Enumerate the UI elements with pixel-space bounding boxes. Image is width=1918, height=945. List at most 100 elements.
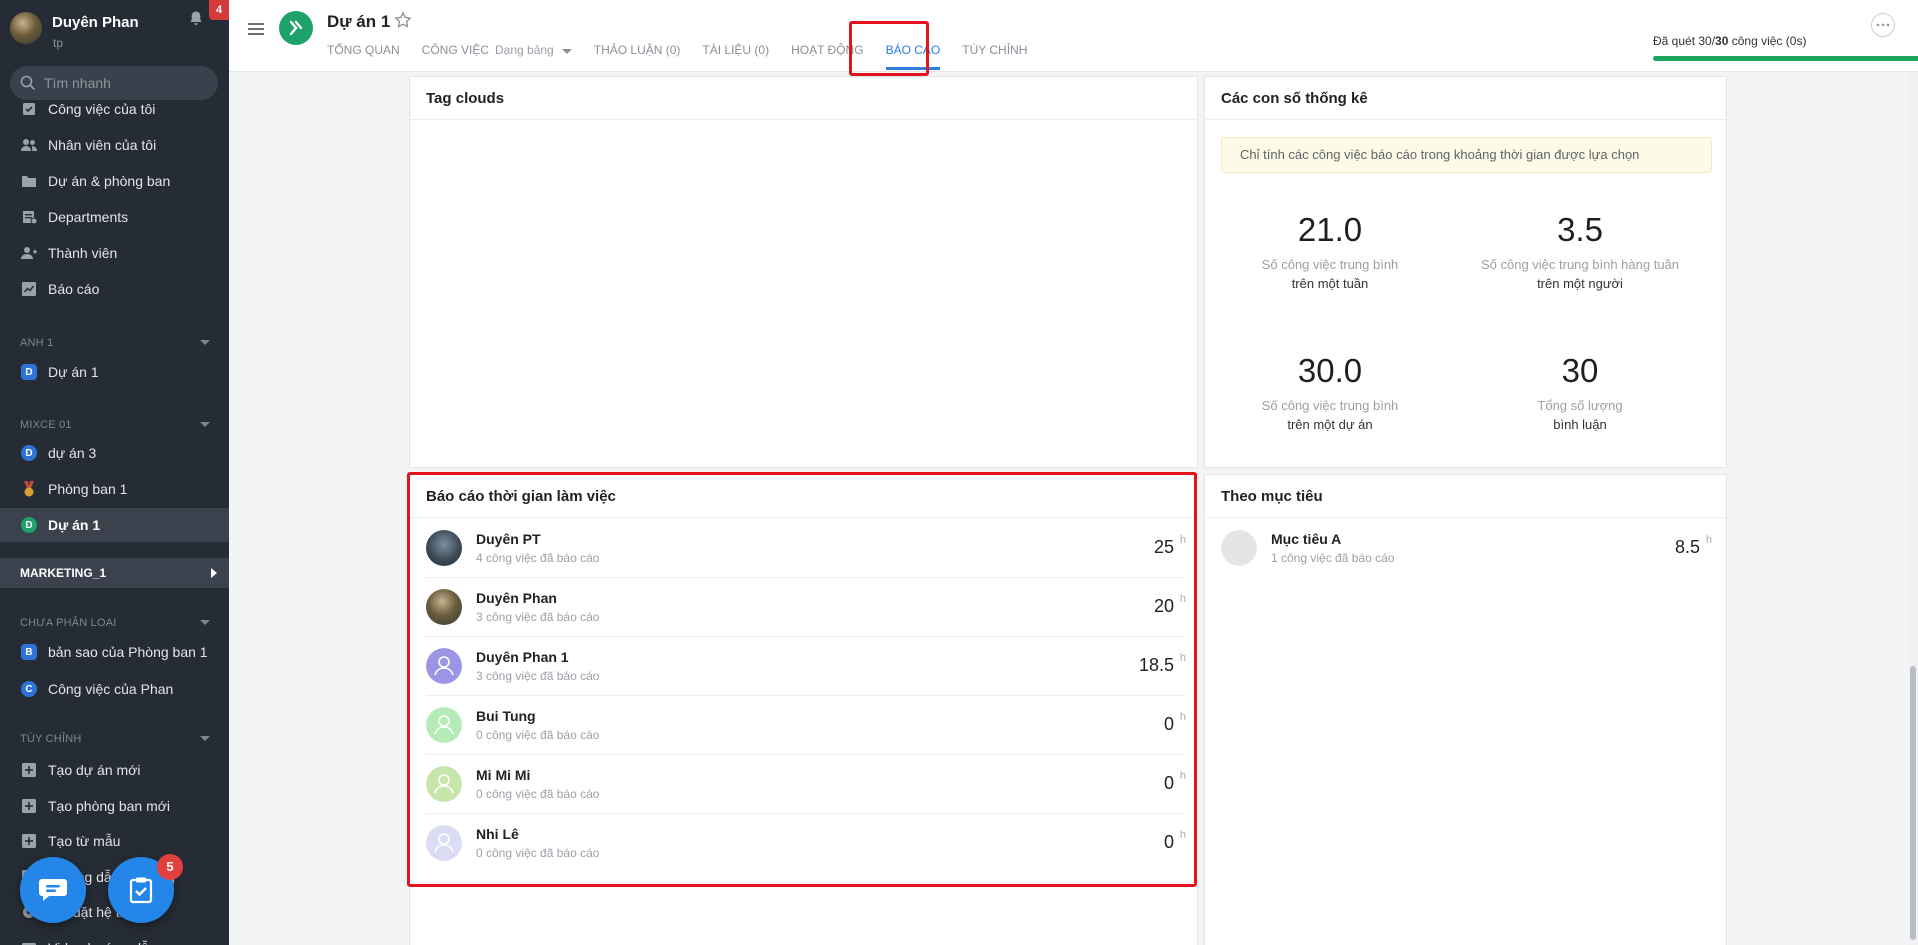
stats-panel: Các con số thống kê Chỉ tính các công vi… — [1204, 76, 1727, 468]
page-title: Dự án 1 — [327, 12, 391, 31]
goal-name: Mục tiêu A — [1271, 531, 1342, 547]
tab-tùy-chỉnh[interactable]: TÙY CHỈNH — [962, 42, 1027, 70]
avatar — [426, 648, 462, 684]
tab-label: BÁO CÁO — [885, 43, 941, 57]
chat-button[interactable] — [20, 857, 86, 923]
project-badge-icon: D — [20, 444, 38, 462]
sidebar-project-item[interactable]: Bbản sao của Phòng ban 1 — [0, 635, 229, 669]
member-task-count: 4 công việc đã báo cáo — [476, 551, 600, 565]
sidebar-section-header[interactable]: CHƯA PHÂN LOẠI — [20, 617, 220, 629]
stat-value: 21.0 — [1297, 211, 1363, 248]
project-badge: C — [21, 681, 37, 697]
sidebar-project-item[interactable]: D Dự án 1 — [0, 508, 229, 542]
sidebar-item-label: Departments — [48, 209, 129, 225]
sidebar-item-label: Công việc của tôi — [48, 101, 156, 117]
stat-card: 30.0 Số công việc trung bình trên một dự á… — [1205, 352, 1455, 432]
member-name: Mi Mi Mi — [476, 767, 531, 783]
scrollbar-thumb[interactable] — [1910, 666, 1916, 940]
sidebar-item-chart[interactable]: Báo cáo — [0, 272, 229, 306]
table-row[interactable]: Duyên Phan 3 công việc đã báo cáo 20 h — [426, 578, 1186, 637]
sidebar-section-header[interactable]: TÙY CHỈNH — [20, 733, 220, 745]
project-badge-icon: B — [20, 643, 38, 661]
sidebar: Duyên Phan tp 4 Công việc của tôi Nhân vi… — [0, 0, 229, 945]
tab-label: TỔNG QUAN — [327, 43, 400, 57]
task-check-icon — [20, 100, 38, 118]
stat-label: Tổng số lượng — [1537, 398, 1623, 413]
hamburger-menu-icon[interactable] — [247, 20, 265, 38]
list-item[interactable]: Mục tiêu A 1 công việc đã báo cáo 8.5 h — [1221, 519, 1712, 578]
user-add-icon — [20, 244, 38, 262]
sidebar-project-item[interactable]: Tạo dự án mới — [0, 753, 229, 787]
sidebar-item-label: Tạo phòng ban mới — [48, 798, 171, 814]
member-name: Duyên PT — [476, 531, 541, 547]
more-options-icon[interactable] — [1871, 13, 1895, 37]
hours-value: 0 — [1163, 773, 1174, 793]
tag-clouds-panel: Tag clouds — [409, 76, 1198, 468]
sidebar-section-header[interactable]: ANH 1 — [20, 337, 220, 349]
hours-unit: h — [1179, 652, 1186, 664]
tab-tài-liệu-0-[interactable]: TÀI LIỆU (0) — [702, 42, 769, 70]
chevron-down-icon — [200, 736, 210, 741]
sidebar-project-item[interactable]: Tạo phòng ban mới — [0, 789, 229, 823]
avatar[interactable] — [10, 12, 42, 44]
sidebar-item-label: dự án 3 — [48, 445, 97, 461]
sidebar-item-label: Thành viên — [48, 245, 118, 261]
tab-báo-cáo[interactable]: BÁO CÁO — [885, 42, 941, 70]
chevron-down-icon — [200, 340, 210, 345]
sidebar-project-item[interactable]: Ddự án 3 — [0, 436, 229, 470]
sidebar-project-item[interactable]: Tạo từ mẫu — [0, 824, 229, 858]
project-badge-icon: C — [20, 680, 38, 698]
sidebar-item-users[interactable]: Nhân viên của tôi — [0, 128, 229, 162]
project-tabs: TỔNG QUAN CÔNG VIỆC Dạng bảng THẢO LUẬN (0)… — [327, 42, 1049, 70]
sidebar-section-header[interactable]: MIXCE 01 — [20, 419, 220, 431]
table-row[interactable]: Nhi Lê 0 công việc đã báo cáo 0 h — [426, 814, 1186, 873]
sidebar-item-department[interactable]: Departments — [0, 200, 229, 234]
table-row[interactable]: Duyên Phan 1 3 công việc đã báo cáo 18.5 h — [426, 637, 1186, 696]
section-title: TÙY CHỈNH — [20, 733, 82, 745]
tab-công-việc[interactable]: CÔNG VIỆC Dạng bảng — [422, 42, 572, 70]
tab-tổng-quan[interactable]: TỔNG QUAN — [327, 42, 400, 70]
sidebar-item-label: Video hướng dẫn — [48, 940, 157, 945]
member-name: Duyên Phan 1 — [476, 649, 569, 665]
sidebar-project-item[interactable]: Video hướng dẫn — [0, 931, 229, 945]
sidebar-project-item[interactable]: C Công việc của Phan — [0, 672, 229, 706]
sidebar-project-item[interactable]: D Dự án 1 — [0, 355, 229, 389]
table-row[interactable]: Mi Mi Mi 0 công việc đã báo cáo 0 h — [426, 755, 1186, 814]
hours-value: 8.5 — [1674, 537, 1700, 557]
stat-sublabel: bình luận — [1553, 417, 1607, 432]
plus-square-icon — [20, 761, 38, 779]
tab-hoạt-động[interactable]: HOẠT ĐỘNG — [791, 42, 863, 70]
stat-sublabel: trên một dự án — [1287, 417, 1373, 432]
goal-icon — [1221, 530, 1257, 566]
project-badge: B — [21, 644, 37, 660]
sidebar-project-item[interactable]: Phòng ban 1 — [0, 472, 229, 506]
sidebar-item-user-add[interactable]: Thành viên — [0, 236, 229, 270]
stat-value: 30 — [1561, 352, 1599, 389]
sidebar-item-task-check[interactable]: Công việc của tôi — [0, 92, 229, 126]
scrollbar-track[interactable] — [1908, 72, 1918, 945]
member-name: Duyên Phan — [476, 590, 557, 606]
progress-track — [1653, 56, 1918, 61]
bell-icon[interactable] — [188, 10, 204, 26]
stat-card: 3.5 Số công việc trung bình hàng tuần trên… — [1455, 211, 1705, 291]
table-row[interactable]: Bui Tung 0 công việc đã báo cáo 0 h — [426, 696, 1186, 755]
work-time-panel: Báo cáo thời gian làm việc Duyên PT 4 côn… — [409, 474, 1198, 945]
search-input[interactable] — [44, 75, 204, 91]
divider — [1205, 517, 1726, 518]
table-row[interactable]: Duyên PT 4 công việc đã báo cáo 25 h — [426, 519, 1186, 578]
avatar — [426, 707, 462, 743]
goal-task-count: 1 công việc đã báo cáo — [1271, 551, 1395, 565]
sidebar-group-marketing[interactable]: MARKETING_1 — [0, 558, 229, 588]
video-icon — [20, 939, 38, 945]
project-badge: D — [21, 445, 37, 461]
tab-view-mode[interactable]: Dạng bảng — [495, 43, 554, 57]
tab-thảo-luận-0-[interactable]: THẢO LUẬN (0) — [594, 42, 681, 70]
star-icon[interactable] — [394, 11, 412, 29]
chevron-down-icon[interactable] — [561, 49, 572, 54]
sidebar-item-folder[interactable]: Dự án & phòng ban — [0, 164, 229, 198]
project-badge-icon: D — [20, 363, 38, 381]
project-logo-icon — [289, 20, 303, 36]
chevron-down-icon — [200, 422, 210, 427]
member-name: Nhi Lê — [476, 826, 519, 842]
stat-value: 30.0 — [1297, 352, 1363, 389]
